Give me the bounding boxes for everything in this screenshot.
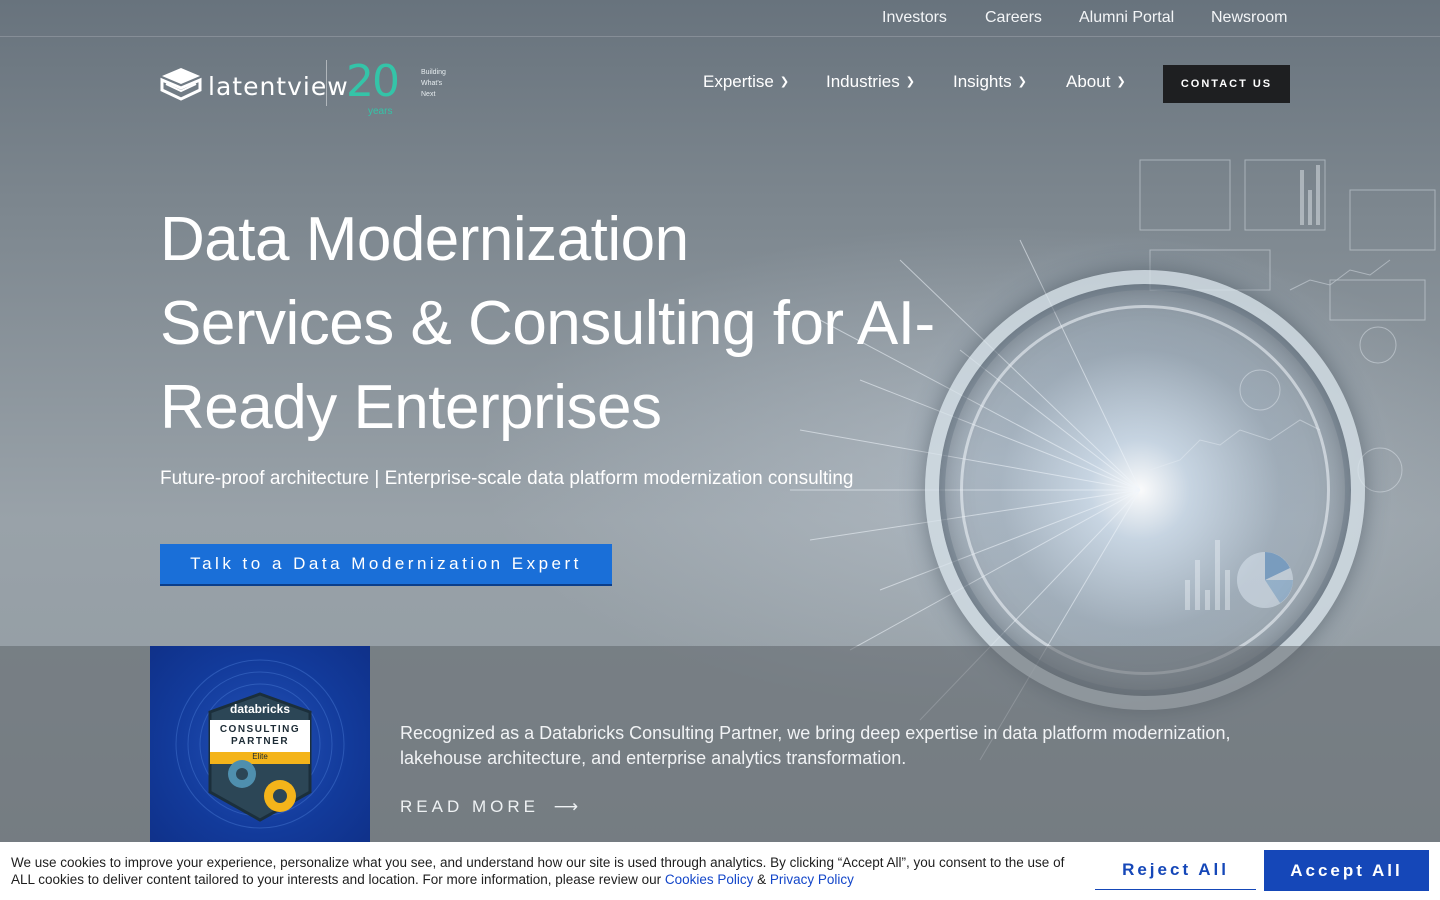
badge-tier: Elite [252, 752, 268, 761]
nav-item-insights[interactable]: Insights ❯ [953, 72, 1027, 92]
utility-link-newsroom[interactable]: Newsroom [1211, 9, 1287, 27]
latentview-logo-icon [160, 68, 202, 101]
reject-all-button[interactable]: Reject All [1095, 850, 1256, 890]
accept-all-button[interactable]: Accept All [1264, 850, 1429, 891]
badge-line1: CONSULTING [219, 724, 301, 735]
read-more-link[interactable]: READ MORE ⟶ [400, 797, 582, 817]
partner-description: Recognized as a Databricks Consulting Pa… [400, 723, 1231, 768]
contact-us-button[interactable]: CONTACT US [1163, 65, 1290, 103]
hero-title: Data Modernization Services & Consulting… [160, 205, 935, 442]
latentview-logo[interactable]: latentview [160, 66, 348, 106]
chevron-down-icon: ❯ [905, 76, 915, 88]
logo-wordmark: latentview [208, 72, 349, 101]
chevron-down-icon: ❯ [779, 76, 790, 88]
databricks-partner-badge: databricks CONSULTING PARTNER Elite [150, 646, 370, 842]
utility-link-investors[interactable]: Investors [882, 9, 947, 27]
anniversary-unit: years [368, 106, 393, 117]
privacy-policy-link[interactable]: Privacy Policy [770, 872, 854, 887]
utility-link-alumni-portal[interactable]: Alumni Portal [1079, 9, 1174, 27]
anniversary-tagline: Building What's Next [421, 69, 446, 98]
logo-divider [326, 60, 327, 106]
lens-inner-ring-graphic [960, 305, 1330, 675]
cookie-text: We use cookies to improve your experienc… [11, 855, 1065, 887]
cookies-policy-link[interactable]: Cookies Policy [665, 872, 754, 887]
cookie-banner: We use cookies to improve your experienc… [0, 842, 1440, 900]
badge-line2: PARTNER [230, 736, 290, 747]
badge-brand: databricks [229, 702, 291, 716]
anniversary-number: 20 [346, 56, 400, 107]
chevron-down-icon: ❯ [1116, 76, 1126, 88]
utility-link-careers[interactable]: Careers [985, 9, 1042, 27]
chevron-down-icon: ❯ [1017, 76, 1027, 88]
nav-item-industries[interactable]: Industries ❯ [826, 72, 915, 92]
nav-item-about[interactable]: About ❯ [1066, 72, 1126, 92]
nav-item-expertise[interactable]: Expertise ❯ [703, 72, 789, 92]
anniversary-badge: 20 years Building What's Next [346, 56, 456, 120]
hero-subtitle: Future-proof architecture | Enterprise-s… [160, 468, 854, 489]
utility-bar: Investors Careers Alumni Portal Newsroom [0, 0, 1440, 37]
arrow-right-icon: ⟶ [553, 797, 583, 816]
talk-to-expert-button[interactable]: Talk to a Data Modernization Expert [160, 544, 612, 586]
